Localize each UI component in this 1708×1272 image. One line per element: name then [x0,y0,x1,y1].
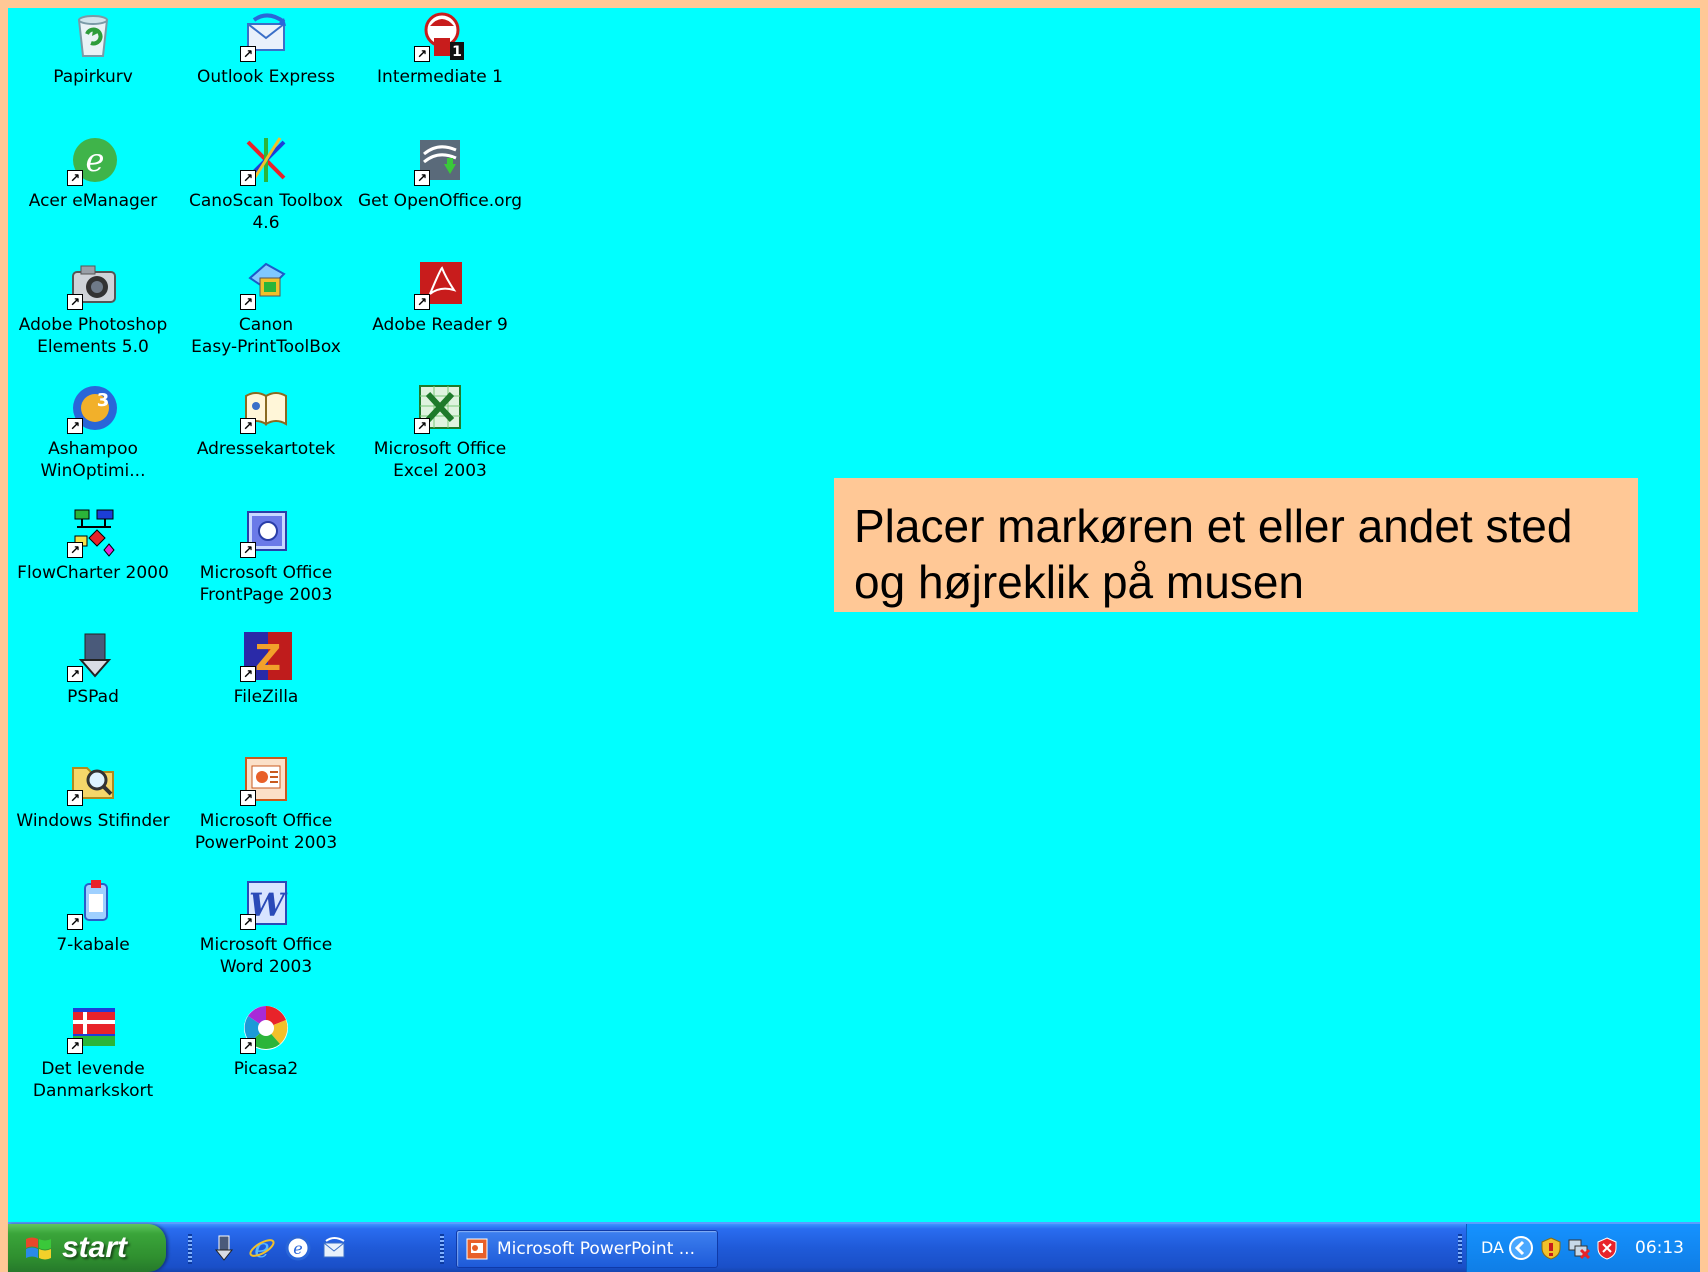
svg-text:e: e [254,1234,269,1262]
svg-text:1: 1 [452,44,462,60]
svg-text:Z: Z [255,638,281,679]
desktop-icon-frontpage[interactable]: ↗ Microsoft Office FrontPage 2003 [181,504,351,622]
shortcut-arrow-icon: ↗ [67,170,83,186]
shortcut-arrow-icon: ↗ [240,914,256,930]
instruction-callout: Placer markøren et eller andet sted og h… [834,478,1638,612]
desktop-icon-label: Outlook Express [197,67,335,87]
shortcut-arrow-icon: ↗ [414,294,430,310]
chevron-left-icon[interactable] [1509,1236,1533,1260]
desktop-icon-label: Get OpenOffice.org [357,191,522,211]
desktop-icon-excel[interactable]: ↗ Microsoft Office Excel 2003 [355,380,525,498]
desktop-icon-label: Adobe Reader 9 [372,315,508,335]
svg-text:e: e [86,141,105,179]
svg-text:3: 3 [97,390,110,411]
desktop-icon-label: Microsoft Office FrontPage 2003 [199,563,333,605]
desktop-icon-photoshop-elements[interactable]: ↗ Adobe Photoshop Elements 5.0 [8,256,178,374]
desktop-icon-intermediate[interactable]: 1 ↗ Intermediate 1 [355,8,525,126]
desktop-icon-openoffice[interactable]: ↗ Get OpenOffice.org [355,132,525,250]
taskbar-button-label: Microsoft PowerPoint ... [497,1239,695,1259]
recycle-bin-icon [77,15,109,57]
desktop-icon-7-kabale[interactable]: ↗ 7-kabale [8,876,178,994]
shortcut-arrow-icon: ↗ [240,294,256,310]
desktop-icon-label: FlowCharter 2000 [17,563,169,583]
desktop-icon-adobe-reader[interactable]: ↗ Adobe Reader 9 [355,256,525,374]
internet-explorer-icon[interactable]: e [248,1234,276,1262]
instruction-text: Placer markøren et eller andet sted og h… [854,500,1573,608]
desktop-icon-ashampoo[interactable]: 3 ↗ Ashampoo WinOptimi... [8,380,178,498]
language-indicator[interactable]: DA [1481,1238,1504,1257]
desktop-icon-label: Acer eManager [28,191,158,211]
desktop-icon-filezilla[interactable]: Z ↗ FileZilla [181,628,351,746]
shortcut-arrow-icon: ↗ [67,1038,83,1054]
tray-grip[interactable] [1458,1234,1462,1264]
shortcut-arrow-icon: ↗ [67,790,83,806]
desktop-icon-pspad[interactable]: ↗ PSPad [8,628,178,746]
shortcut-arrow-icon: ↗ [240,666,256,682]
quick-launch-grip[interactable] [188,1234,192,1264]
antivirus-icon[interactable] [1595,1236,1619,1260]
shortcut-arrow-icon: ↗ [240,170,256,186]
desktop-icon-powerpoint[interactable]: ↗ Microsoft Office PowerPoint 2003 [181,752,351,870]
shortcut-arrow-icon: ↗ [414,418,430,434]
shortcut-arrow-icon: ↗ [240,46,256,62]
start-label: start [62,1231,128,1264]
network-disconnected-icon[interactable] [1567,1236,1591,1260]
desktop-icon-label: Ashampoo WinOptimi... [40,439,146,481]
desktop-icon-papirkurv[interactable]: Papirkurv [8,8,178,126]
desktop-icon-canon-easy-print[interactable]: ↗ Canon Easy-PrintToolBox [181,256,351,374]
shortcut-arrow-icon: ↗ [240,790,256,806]
desktop-icon-danmarkskort[interactable]: ↗ Det levende Danmarkskort [8,1000,178,1118]
desktop-icon-label: Adobe Photoshop Elements 5.0 [18,315,168,357]
desktop-icon-label: Canon Easy-PrintToolBox [191,315,341,357]
desktop-icon-label: CanoScan Toolbox 4.6 [189,191,343,233]
desktop-icon-label: Microsoft Office Excel 2003 [373,439,507,481]
powerpoint-icon [466,1238,488,1260]
desktop-icon-windows-stifinder[interactable]: ↗ Windows Stifinder [8,752,178,870]
desktop-icon-label: PSPad [67,687,119,707]
desktop-icon-label: Microsoft Office Word 2003 [199,935,333,977]
desktop-icon-label: Det levende Danmarkskort [32,1059,154,1101]
desktop-icon-label: Intermediate 1 [377,67,503,87]
shortcut-arrow-icon: ↗ [240,1038,256,1054]
desktop-icon-label: Microsoft Office PowerPoint 2003 [194,811,338,853]
desktop-icon-picasa[interactable]: ↗ Picasa2 [181,1000,351,1118]
pspad-icon[interactable] [210,1234,238,1262]
shortcut-arrow-icon: ↗ [67,914,83,930]
desktop-icon-word[interactable]: W ↗ Microsoft Office Word 2003 [181,876,351,994]
desktop-icon-label: Papirkurv [53,67,133,87]
desktop-icon-label: Windows Stifinder [16,811,170,831]
taskbar: start e e Microsoft PowerPoint ... DA 06… [8,1222,1700,1272]
shortcut-arrow-icon: ↗ [240,418,256,434]
desktop-icon-outlook-express[interactable]: ↗ Outlook Express [181,8,351,126]
desktop-icon-label: Adressekartotek [196,439,336,459]
ie-update-icon[interactable]: e [284,1234,312,1262]
desktop-icon-label: Picasa2 [233,1059,299,1079]
desktop-icon-label: 7-kabale [56,935,130,955]
shortcut-arrow-icon: ↗ [414,170,430,186]
svg-text:e: e [293,1239,302,1258]
shortcut-arrow-icon: ↗ [67,294,83,310]
shortcut-arrow-icon: ↗ [67,418,83,434]
desktop-icon-label: FileZilla [233,687,299,707]
desktop-icon-flowcharter[interactable]: ↗ FlowCharter 2000 [8,504,178,622]
start-button[interactable]: start [8,1224,166,1272]
taskbar-button-powerpoint[interactable]: Microsoft PowerPoint ... [456,1230,718,1268]
shortcut-arrow-icon: ↗ [240,542,256,558]
outlook-express-icon[interactable] [320,1234,348,1262]
desktop[interactable]: Papirkurv e ↗ Acer eManager ↗ Adobe Phot… [8,8,1700,1222]
taskbar-grip[interactable] [440,1234,444,1264]
clock[interactable]: 06:13 [1635,1238,1684,1258]
system-tray: DA 06:13 [1466,1224,1700,1272]
desktop-icon-acer-emanager[interactable]: e ↗ Acer eManager [8,132,178,250]
desktop-icon-adressekartotek[interactable]: ↗ Adressekartotek [181,380,351,498]
shortcut-arrow-icon: ↗ [67,666,83,682]
windows-logo-icon [26,1237,51,1260]
security-shield-icon[interactable] [1539,1236,1563,1260]
desktop-icon-canoscan[interactable]: ↗ CanoScan Toolbox 4.6 [181,132,351,250]
shortcut-arrow-icon: ↗ [414,46,430,62]
shortcut-arrow-icon: ↗ [67,542,83,558]
